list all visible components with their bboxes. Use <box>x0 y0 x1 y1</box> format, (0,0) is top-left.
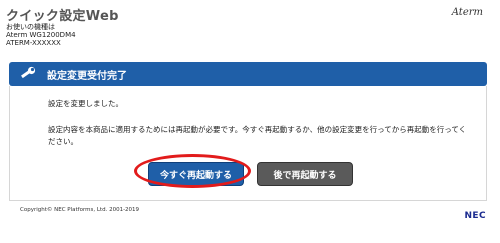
wrench-icon <box>19 66 41 82</box>
nec-logo: NEC <box>464 211 486 221</box>
banner-title: 設定変更受付完了 <box>47 70 127 82</box>
device-model: Aterm WG1200DM4 <box>6 31 76 39</box>
device-name: ATERM-XXXXXX <box>6 39 61 47</box>
restart-now-button[interactable]: 今すぐ再起動する <box>148 162 244 186</box>
restart-later-button[interactable]: 後で再起動する <box>257 162 353 186</box>
section-banner: 設定変更受付完了 <box>9 62 487 86</box>
device-info-line: お使いの機種は <box>6 23 55 31</box>
device-info: お使いの機種は Aterm WG1200DM4 ATERM-XXXXXX <box>6 23 76 47</box>
message-restart-required: 設定内容を本商品に適用するためには再起動が必要です。今すぐ再起動するか、他の設定… <box>48 125 467 146</box>
brand-logo: Aterm <box>451 7 483 18</box>
app-title: クイック設定Web <box>6 9 119 24</box>
message-changed: 設定を変更しました。 <box>48 99 123 108</box>
copyright: Copyright© NEC Platforms, Ltd. 2001-2019 <box>20 207 140 213</box>
